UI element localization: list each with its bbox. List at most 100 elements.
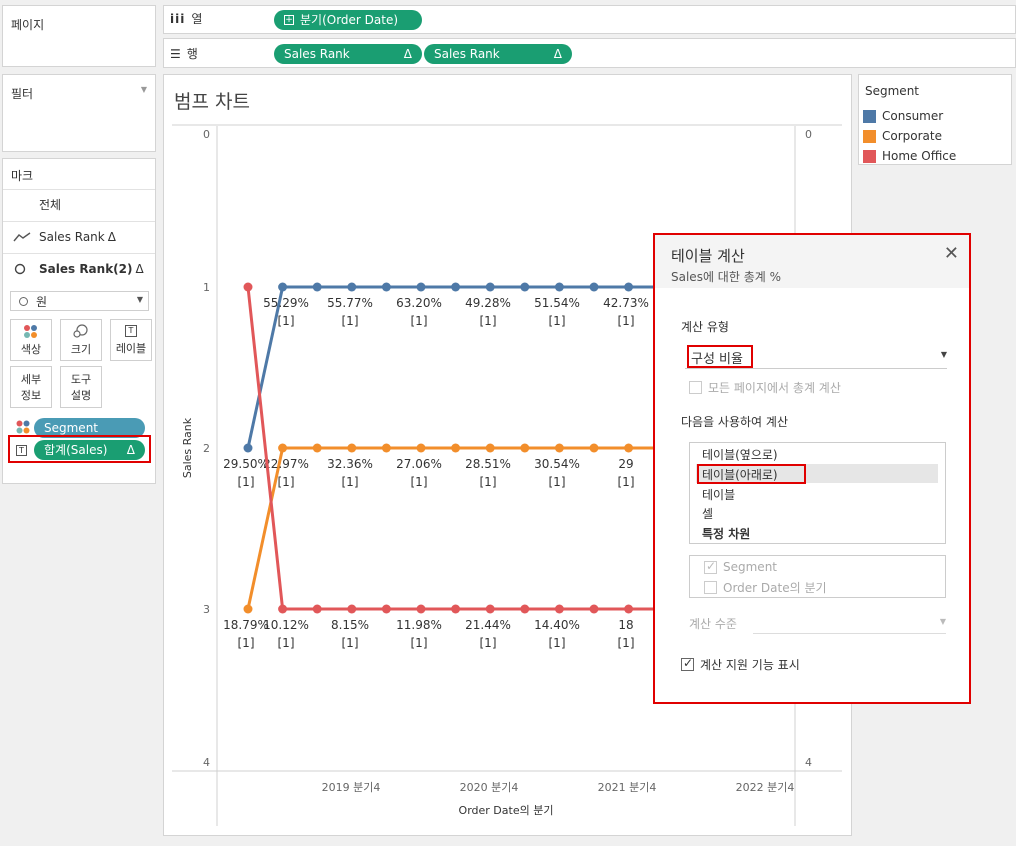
tooltip-button[interactable]: 도구 설명 [60, 366, 102, 408]
dim-order-date-label: Order Date의 분기 [723, 581, 827, 595]
legend-swatch [863, 149, 876, 163]
option-table-down[interactable]: 테이블(아래로) [702, 466, 778, 483]
delta-icon: Δ [135, 261, 144, 276]
dialog-subtitle: Sales에 대한 총계 % [671, 270, 781, 284]
dim-segment-check [704, 559, 717, 574]
size-label: 크기 [70, 342, 92, 356]
delta-icon: Δ [126, 443, 135, 457]
circle-icon [19, 296, 28, 306]
chevron-down-icon: ▼ [136, 295, 143, 304]
segment-legend: Segment Consumer Corporate Home Office [858, 74, 1012, 165]
marks-all[interactable]: 전체 [3, 189, 155, 219]
rows-icon: ☰ [170, 46, 181, 61]
chart-title: 범프 차트 [174, 91, 250, 113]
close-icon[interactable]: ✕ [944, 243, 959, 264]
table-calculation-dialog: 테이블 계산 Sales에 대한 총계 % ✕ 계산 유형 구성 비율 ▼ 모든… [653, 233, 971, 704]
sum-sales-label: 합계(Sales) [44, 443, 108, 457]
columns-shelf[interactable]: iii 열 + 분기(Order Date) [163, 5, 1016, 34]
rows-pill-sales-rank-2[interactable]: Sales Rank Δ [424, 44, 572, 64]
calc-level-label: 계산 수준 [689, 617, 737, 631]
detail-label-1: 세부 [20, 373, 42, 386]
line-mark-icon [13, 231, 31, 241]
legend-swatch [863, 109, 876, 123]
sales-rank-label: Sales Rank [39, 229, 105, 244]
mark-type-select[interactable]: 원 ▼ [10, 291, 149, 311]
label-icon: T [125, 324, 137, 337]
label-label: 레이블 [115, 341, 147, 355]
legend-label: Consumer [882, 109, 944, 123]
all-pages-check [689, 381, 702, 394]
color-label: 색상 [20, 342, 42, 356]
expand-icon: + [284, 15, 294, 25]
calc-type-label: 계산 유형 [681, 320, 729, 334]
legend-item-corporate[interactable]: Corporate [863, 129, 942, 143]
filters-shelf[interactable]: 필터 ▼ [2, 74, 156, 152]
all-pages-label: 모든 페이지에서 총계 계산 [708, 381, 841, 395]
legend-title: Segment [865, 84, 919, 98]
size-icon [73, 323, 88, 338]
legend-item-consumer[interactable]: Consumer [863, 109, 943, 123]
compute-using-list: 테이블(옆으로) 테이블(아래로) 테이블 셀 특정 차원 [689, 442, 946, 544]
dim-order-date-quarter[interactable]: Order Date의 분기 [704, 579, 827, 596]
chevron-down-icon: ▼ [940, 350, 947, 359]
legend-swatch [863, 129, 876, 143]
marks-sales-rank-line[interactable]: Sales Rank Δ [3, 221, 155, 251]
marks-title: 마크 [11, 169, 34, 183]
label-icon: T [16, 445, 27, 456]
show-assist-check [681, 656, 694, 671]
compute-using-label: 다음을 사용하여 계산 [681, 415, 788, 429]
dropdown-arrow-icon[interactable]: ▼ [141, 85, 147, 94]
dialog-title: 테이블 계산 [671, 247, 745, 265]
dimensions-list: Segment Order Date의 분기 [689, 555, 946, 598]
option-table-across[interactable]: 테이블(옆으로) [702, 446, 778, 463]
legend-item-home-office[interactable]: Home Office [863, 149, 956, 163]
circle-mark-icon [14, 263, 26, 274]
rows-pill-sales-rank-1[interactable]: Sales Rank Δ [274, 44, 422, 64]
columns-label-group: iii 열 [170, 10, 202, 27]
marks-card: 마크 전체 Sales Rank Δ Sales Rank(2) Δ 원 ▼ 색… [2, 158, 156, 484]
show-assist-checkbox[interactable]: 계산 지원 기능 표시 [681, 656, 800, 673]
pages-shelf[interactable]: 페이지 [2, 5, 156, 67]
dialog-header: 테이블 계산 Sales에 대한 총계 % ✕ [655, 235, 969, 288]
sum-sales-pill[interactable]: 합계(Sales) Δ [34, 440, 145, 460]
detail-label-2: 정보 [20, 389, 42, 402]
color-button[interactable]: 색상 [10, 319, 52, 361]
rows-label-group: ☰ 행 [170, 45, 198, 62]
pages-label: 페이지 [11, 18, 45, 32]
calc-type-value: 구성 비율 [691, 352, 743, 367]
filters-label: 필터 [11, 87, 34, 101]
color-icon [24, 324, 37, 338]
tooltip-label-1: 도구 [70, 373, 92, 386]
columns-pill-quarter[interactable]: + 분기(Order Date) [274, 10, 422, 30]
dim-segment-label: Segment [723, 560, 777, 574]
columns-pill-label: 분기(Order Date) [300, 13, 399, 27]
option-cell[interactable]: 셀 [702, 505, 713, 522]
rows-label: 행 [186, 47, 198, 61]
marks-sales-rank-circle[interactable]: Sales Rank(2) Δ [3, 253, 155, 283]
label-button[interactable]: T 레이블 [110, 319, 152, 361]
columns-label: 열 [191, 12, 203, 26]
delta-icon: Δ [403, 47, 412, 61]
delta-icon: Δ [107, 229, 116, 244]
calc-level-select[interactable]: ▼ [753, 612, 946, 634]
sales-rank-2-label: Sales Rank(2) [39, 261, 133, 276]
option-specific-dimensions[interactable]: 특정 차원 [702, 525, 750, 542]
size-button[interactable]: 크기 [60, 319, 102, 361]
marks-all-label: 전체 [39, 198, 62, 212]
tooltip-label-2: 설명 [70, 389, 92, 402]
dim-segment[interactable]: Segment [704, 559, 777, 574]
columns-icon: iii [170, 11, 186, 26]
calc-type-select[interactable]: 구성 비율 ▼ [685, 343, 947, 369]
detail-button[interactable]: 세부 정보 [10, 366, 52, 408]
color-dots-icon [16, 420, 30, 434]
rows-pill-label: Sales Rank [284, 47, 350, 61]
show-assist-label: 계산 지원 기능 표시 [700, 658, 800, 672]
delta-icon: Δ [553, 47, 562, 61]
option-table[interactable]: 테이블 [702, 486, 735, 503]
all-pages-checkbox[interactable]: 모든 페이지에서 총계 계산 [689, 379, 841, 396]
legend-label: Corporate [882, 129, 942, 143]
mark-type-value: 원 [36, 294, 48, 309]
chevron-down-icon: ▼ [939, 617, 946, 626]
legend-label: Home Office [882, 149, 957, 163]
rows-shelf[interactable]: ☰ 행 Sales Rank Δ Sales Rank Δ [163, 38, 1016, 68]
